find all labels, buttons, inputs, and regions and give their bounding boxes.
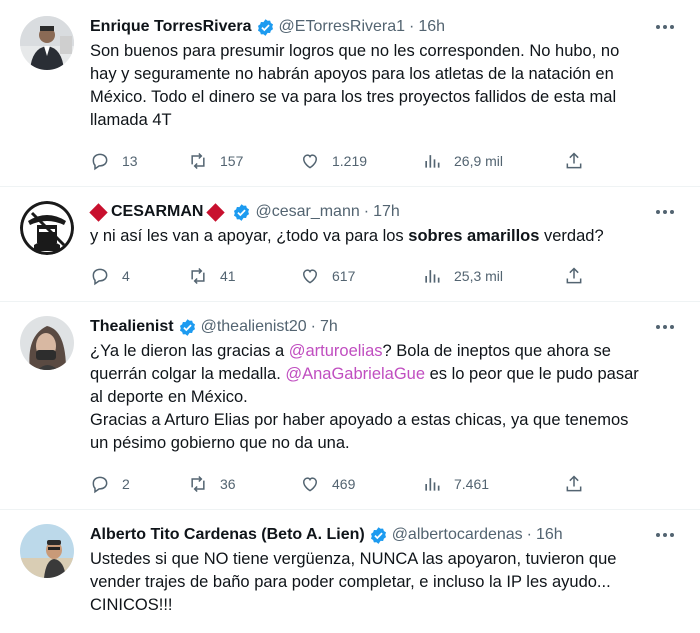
repost-icon	[191, 152, 205, 170]
reply-icon	[92, 153, 108, 171]
repost-button[interactable]: 157	[188, 151, 300, 171]
verified-badge-icon	[178, 318, 197, 337]
separator: ·	[363, 203, 370, 220]
bold-text: sobres amarillos	[408, 227, 540, 245]
author-handle[interactable]: @thealienist20	[201, 318, 307, 336]
like-button[interactable]: 1.219	[300, 151, 422, 171]
like-button[interactable]: 617	[300, 266, 422, 286]
timestamp[interactable]: 16h	[536, 526, 563, 544]
repost-button[interactable]: 41	[188, 266, 300, 286]
reply-count: 2	[122, 476, 130, 492]
tweet-text: Ustedes si que NO tiene vergüenza, NUNCA…	[90, 550, 617, 614]
more-options-icon[interactable]	[650, 524, 680, 546]
repost-button[interactable]: 36	[188, 474, 300, 494]
author-name[interactable]: Enrique TorresRivera	[90, 18, 252, 36]
author-handle[interactable]: @ETorresRivera1	[279, 18, 406, 36]
reply-button[interactable]: 2	[90, 474, 188, 494]
avatar[interactable]	[20, 316, 74, 370]
verified-badge-icon	[256, 18, 275, 37]
author-name[interactable]: CESARMAN	[111, 203, 203, 221]
views-count: 26,9 mil	[454, 153, 504, 169]
views-button[interactable]: 7.461	[422, 474, 564, 494]
separator: ·	[310, 318, 316, 335]
reply-icon	[92, 476, 108, 494]
tweet[interactable]: Alberto Tito Cardenas (Beto A. Lien) @al…	[0, 510, 700, 633]
reply-count: 13	[122, 153, 138, 169]
verified-badge-icon	[232, 203, 251, 222]
reply-icon	[92, 268, 108, 286]
repost-count: 41	[220, 268, 236, 284]
share-icon	[566, 475, 582, 492]
views-button[interactable]: 26,9 mil	[422, 151, 564, 171]
tweet-text: Son buenos para presumir logros que no l…	[90, 42, 620, 129]
timestamp[interactable]: 17h	[373, 203, 400, 221]
share-button[interactable]	[564, 151, 584, 171]
views-chart-icon	[425, 478, 440, 491]
avatar[interactable]	[20, 201, 74, 255]
reply-button[interactable]: 4	[90, 266, 188, 286]
author-handle[interactable]: @cesar_mann	[255, 203, 359, 221]
separator: ·	[409, 18, 415, 35]
tweet-feed: Enrique TorresRivera @ETorresRivera1 · 1…	[0, 0, 700, 633]
like-count: 617	[332, 268, 356, 284]
tweet-text: y ni así les van a apoyar, ¿todo va para…	[90, 227, 604, 245]
repost-icon	[191, 267, 205, 285]
like-count: 469	[332, 476, 356, 492]
share-icon	[566, 267, 582, 284]
share-button[interactable]	[564, 474, 584, 494]
reply-button[interactable]: 13	[90, 151, 188, 171]
tweet-text: ¿Ya le dieron las gracias a @arturoelias…	[90, 342, 639, 452]
heart-icon	[302, 477, 318, 492]
heart-icon	[302, 154, 318, 169]
views-chart-icon	[425, 155, 440, 168]
more-options-icon[interactable]	[650, 201, 680, 223]
like-count: 1.219	[332, 153, 368, 169]
more-options-icon[interactable]	[650, 316, 680, 338]
mention-link[interactable]: @AnaGabrielaGue	[285, 365, 425, 383]
tweet[interactable]: CESARMAN @cesar_mann · 17h y ni así les …	[0, 187, 700, 302]
tweet[interactable]: Enrique TorresRivera @ETorresRivera1 · 1…	[0, 0, 700, 187]
views-chart-icon	[425, 270, 440, 283]
timestamp[interactable]: 7h	[320, 318, 338, 336]
reply-count: 4	[122, 268, 130, 284]
like-button[interactable]: 469	[300, 474, 422, 494]
red-diamond-icon	[206, 202, 226, 222]
share-button[interactable]	[564, 266, 584, 286]
avatar[interactable]	[20, 16, 74, 70]
share-icon	[566, 152, 582, 169]
views-button[interactable]: 25,3 mil	[422, 266, 564, 286]
repost-count: 157	[220, 153, 244, 169]
avatar[interactable]	[20, 524, 74, 578]
tweet[interactable]: Thealienist @thealienist20 · 7h ¿Ya le d…	[0, 302, 700, 510]
views-count: 7.461	[454, 476, 490, 492]
author-name[interactable]: Thealienist	[90, 318, 174, 336]
red-diamond-icon	[89, 202, 108, 222]
repost-count: 36	[220, 476, 236, 492]
views-count: 25,3 mil	[454, 268, 504, 284]
repost-icon	[191, 475, 205, 493]
more-options-icon[interactable]	[650, 16, 680, 38]
author-name[interactable]: Alberto Tito Cardenas (Beto A. Lien)	[90, 526, 365, 544]
author-handle[interactable]: @albertocardenas	[392, 526, 523, 544]
heart-icon	[302, 269, 318, 284]
timestamp[interactable]: 16h	[418, 18, 445, 36]
verified-badge-icon	[369, 526, 388, 545]
mention-link[interactable]: @arturoelias	[289, 342, 383, 360]
separator: ·	[526, 526, 532, 543]
